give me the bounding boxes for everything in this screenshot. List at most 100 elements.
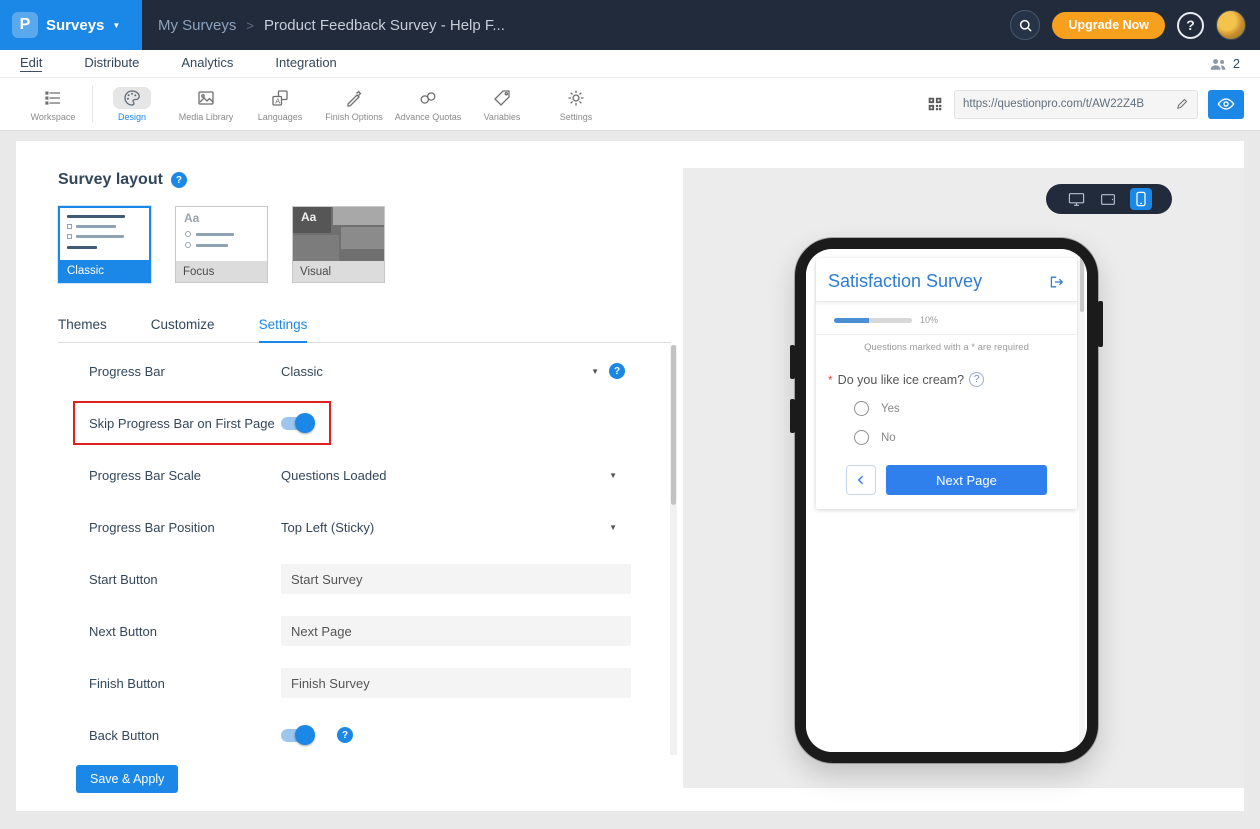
phone-mockup: Satisfaction Survey: [795, 238, 1098, 763]
layout-label: Visual: [293, 261, 384, 282]
next-button-input[interactable]: [281, 616, 631, 646]
progress-scale-value: Questions Loaded: [281, 468, 387, 483]
finish-button-input[interactable]: [281, 668, 631, 698]
edit-toolbar: Workspace Design Media Library: [0, 78, 1260, 131]
back-button-toggle[interactable]: [281, 729, 313, 742]
progress-scale-select[interactable]: Questions Loaded ▼: [281, 468, 617, 483]
layout-option-focus[interactable]: Aa Focus: [175, 206, 268, 283]
row-next-button: Next Button: [58, 605, 677, 657]
phone-power-button: [1098, 301, 1103, 347]
option-label: No: [881, 432, 896, 444]
phone-screen: Satisfaction Survey: [806, 249, 1087, 752]
toolbar-label: Variables: [484, 112, 521, 122]
skip-progress-label: Skip Progress Bar on First Page: [89, 416, 281, 431]
layout-option-visual[interactable]: Aa Visual: [292, 206, 385, 283]
radio-icon[interactable]: [854, 430, 869, 445]
progress-position-select[interactable]: Top Left (Sticky) ▼: [281, 520, 617, 535]
preview-back-button[interactable]: [846, 465, 876, 495]
survey-url-input[interactable]: [963, 98, 1169, 110]
upgrade-now-button[interactable]: Upgrade Now: [1052, 12, 1165, 39]
row-progress-bar: Progress Bar Classic ▼ ?: [58, 345, 677, 397]
scrollbar-down-arrow[interactable]: ▼: [1079, 742, 1085, 748]
product-switcher[interactable]: P Surveys ▼: [0, 0, 142, 50]
search-button[interactable]: [1010, 10, 1040, 40]
toolbar-label: Design: [118, 112, 146, 122]
question-text: Do you like ice cream?: [838, 373, 964, 387]
preview-footer: Next Page: [816, 465, 1077, 495]
desktop-preview-button[interactable]: [1066, 189, 1086, 209]
edit-url-pencil-icon[interactable]: [1175, 97, 1189, 111]
chevron-down-icon: ▼: [609, 523, 617, 532]
toolbar-item-variables[interactable]: Variables: [465, 87, 539, 122]
progress-fill: [834, 318, 869, 323]
subtab-customize[interactable]: Customize: [151, 317, 215, 342]
layout-label: Focus: [176, 261, 267, 282]
layout-label: Classic: [60, 260, 149, 281]
workspace-icon: [43, 87, 63, 109]
progress-bar-help-icon[interactable]: ?: [609, 363, 625, 379]
preview-scrollbar-track: ▼: [1079, 253, 1085, 748]
search-icon: [1018, 18, 1033, 33]
tab-distribute[interactable]: Distribute: [84, 55, 139, 72]
subtab-themes[interactable]: Themes: [58, 317, 107, 342]
design-card: Survey layout ? Classic: [16, 141, 1244, 811]
toolbar-item-settings[interactable]: Settings: [539, 87, 613, 122]
collaborators-icon: [1209, 57, 1227, 71]
toolbar-label: Finish Options: [325, 112, 383, 122]
progress-position-value: Top Left (Sticky): [281, 520, 374, 535]
qr-code-icon[interactable]: [926, 95, 944, 113]
breadcrumb-parent-link[interactable]: My Surveys: [158, 17, 236, 34]
start-button-input[interactable]: [281, 564, 631, 594]
back-button-label: Back Button: [89, 728, 281, 743]
skip-progress-toggle[interactable]: [281, 417, 313, 430]
help-button[interactable]: ?: [1177, 12, 1204, 39]
back-button-help-icon[interactable]: ?: [337, 727, 353, 743]
toolbar-item-media-library[interactable]: Media Library: [169, 87, 243, 122]
tab-analytics[interactable]: Analytics: [181, 55, 233, 72]
progress-scale-label: Progress Bar Scale: [89, 468, 281, 483]
page-title: Survey layout: [58, 171, 163, 189]
toolbar-label: Languages: [258, 112, 303, 122]
layout-option-classic[interactable]: Classic: [58, 206, 151, 283]
form-scrollbar-thumb[interactable]: [671, 345, 676, 505]
toolbar-label: Workspace: [31, 112, 76, 122]
toolbar-item-advance-quotas[interactable]: Advance Quotas: [391, 87, 465, 122]
device-switcher: [1046, 184, 1172, 214]
exit-survey-icon[interactable]: [1049, 275, 1065, 289]
finish-button-label: Finish Button: [89, 676, 281, 691]
answer-option-yes[interactable]: Yes: [854, 401, 1077, 416]
advance-quotas-icon: [418, 87, 438, 109]
preview-eye-button[interactable]: [1208, 90, 1244, 119]
top-bar-actions: Upgrade Now ?: [1010, 10, 1260, 40]
answer-option-no[interactable]: No: [854, 430, 1077, 445]
toolbar-item-workspace[interactable]: Workspace: [16, 87, 90, 122]
collaborators-button[interactable]: 2: [1209, 57, 1240, 71]
layout-help-icon[interactable]: ?: [171, 172, 187, 188]
survey-layout-panel: Survey layout ? Classic: [16, 141, 683, 811]
design-subtabs: Themes Customize Settings: [58, 317, 671, 343]
subtab-settings[interactable]: Settings: [259, 317, 308, 343]
tab-integration[interactable]: Integration: [275, 55, 336, 72]
progress-bar-select[interactable]: Classic ▼: [281, 364, 599, 379]
progress-track: [834, 318, 912, 323]
toolbar-item-finish-options[interactable]: Finish Options: [317, 87, 391, 122]
next-button-label: Next Button: [89, 624, 281, 639]
mobile-preview-button[interactable]: [1130, 188, 1152, 210]
preview-next-page-button[interactable]: Next Page: [886, 465, 1047, 495]
toolbar-item-design[interactable]: Design: [95, 87, 169, 122]
tablet-preview-button[interactable]: [1098, 189, 1118, 209]
radio-icon[interactable]: [854, 401, 869, 416]
tab-edit[interactable]: Edit: [20, 55, 42, 72]
question-help-icon[interactable]: ?: [969, 372, 984, 387]
svg-text:A: A: [275, 96, 280, 105]
save-apply-button[interactable]: Save & Apply: [76, 765, 178, 793]
form-scrollbar-track: [670, 345, 677, 755]
questionpro-logo: P: [12, 12, 38, 38]
user-avatar[interactable]: [1216, 10, 1246, 40]
option-label: Yes: [881, 403, 900, 415]
toolbar-item-languages[interactable]: A Languages: [243, 87, 317, 122]
toolbar-label: Media Library: [179, 112, 234, 122]
preview-scrollbar-thumb[interactable]: [1080, 257, 1084, 312]
survey-url-field[interactable]: [954, 90, 1198, 119]
required-note: Questions marked with a * are required: [816, 335, 1077, 362]
